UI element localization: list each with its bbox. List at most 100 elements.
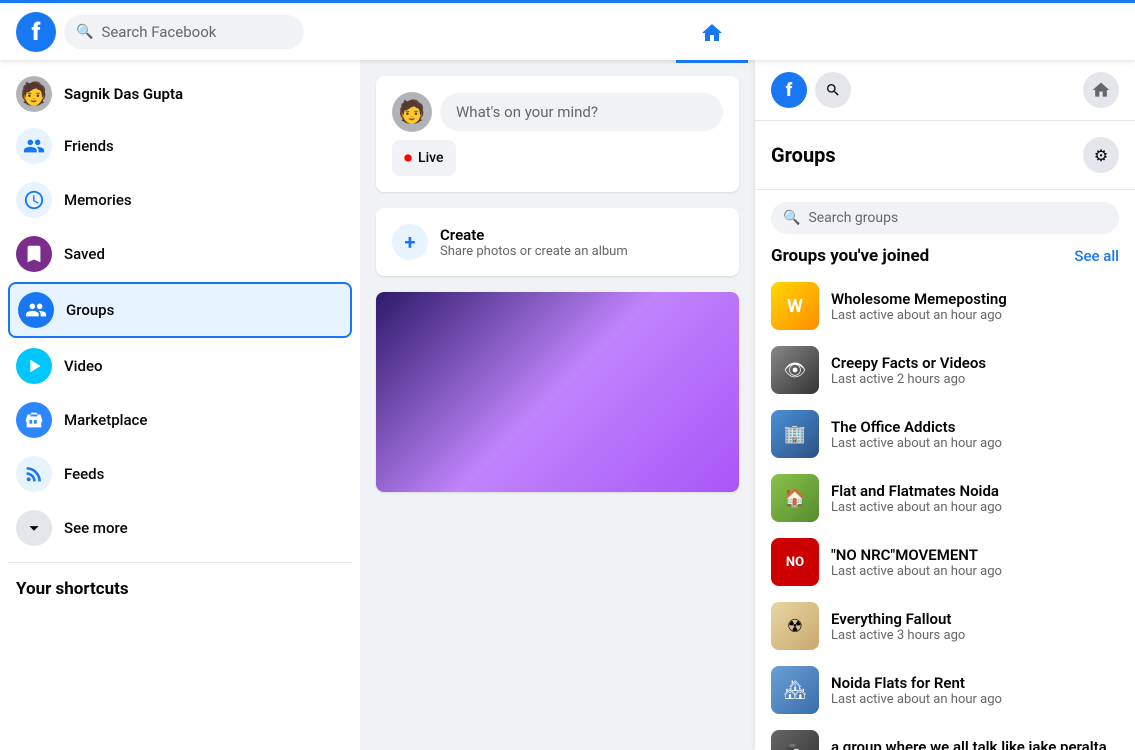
- group-name: a group where we all talk like jake pera…: [831, 738, 1119, 750]
- group-item-wholesome[interactable]: W Wholesome Memeposting Last active abou…: [771, 274, 1119, 338]
- group-thumb: ☢: [771, 602, 819, 650]
- group-info: The Office Addicts Last active about an …: [831, 418, 1119, 451]
- group-activity: Last active about an hour ago: [831, 436, 1119, 451]
- panel-top-nav: f: [755, 60, 1135, 121]
- feed-top: 🧑 What's on your mind?: [392, 92, 723, 132]
- groups-panel-header: Groups ⚙: [755, 121, 1135, 190]
- group-name: "NO NRC"MOVEMENT: [831, 546, 1119, 564]
- sidebar-item-label: Saved: [64, 245, 105, 263]
- group-item-nonrc[interactable]: NO "NO NRC"MOVEMENT Last active about an…: [771, 530, 1119, 594]
- username: Sagnik Das Gupta: [64, 85, 183, 103]
- groups-search-bar[interactable]: 🔍 Search groups: [771, 202, 1119, 234]
- group-info: Flat and Flatmates Noida Last active abo…: [831, 482, 1119, 515]
- feed-avatar: 🧑: [392, 92, 432, 132]
- group-item-jake[interactable]: 🕵 a group where we all talk like jake pe…: [771, 722, 1119, 750]
- live-row: ⏺ Live: [392, 140, 723, 176]
- group-thumb: 🏘: [771, 666, 819, 714]
- group-activity: Last active about an hour ago: [831, 500, 1119, 515]
- sidebar-item-feeds[interactable]: Feeds: [8, 448, 352, 500]
- group-thumb: 🏢: [771, 410, 819, 458]
- saved-icon: [16, 236, 52, 272]
- group-info: a group where we all talk like jake pera…: [831, 738, 1119, 750]
- group-thumb: NO: [771, 538, 819, 586]
- create-info: Create Share photos or create an album: [440, 226, 628, 259]
- memories-icon: [16, 182, 52, 218]
- group-name: Noida Flats for Rent: [831, 674, 1119, 692]
- sidebar-item-friends[interactable]: Friends: [8, 120, 352, 172]
- sidebar-item-seemore[interactable]: See more: [8, 502, 352, 554]
- avatar: 🧑: [16, 76, 52, 112]
- group-info: "NO NRC"MOVEMENT Last active about an ho…: [831, 546, 1119, 579]
- chevron-down-icon: [16, 510, 52, 546]
- feeds-icon: [16, 456, 52, 492]
- group-item-creepy[interactable]: 👁 Creepy Facts or Videos Last active 2 h…: [771, 338, 1119, 402]
- groups-joined-section: Groups you've joined See all W Wholesome…: [755, 246, 1135, 750]
- groups-icon: [18, 292, 54, 328]
- group-name: Flat and Flatmates Noida: [831, 482, 1119, 500]
- groups-search-icon: 🔍: [783, 210, 800, 226]
- image-card: [376, 292, 739, 492]
- video-icon: [16, 348, 52, 384]
- create-plus-button[interactable]: +: [392, 224, 428, 260]
- sidebar-item-memories[interactable]: Memories: [8, 174, 352, 226]
- group-info: Everything Fallout Last active 3 hours a…: [831, 610, 1119, 643]
- panel-search-button[interactable]: [815, 72, 851, 108]
- divider: [8, 562, 352, 563]
- create-label: Create: [440, 226, 628, 244]
- group-thumb: 🕵: [771, 730, 819, 750]
- panel-home-button[interactable]: [1083, 72, 1119, 108]
- group-item-fallout[interactable]: ☢ Everything Fallout Last active 3 hours…: [771, 594, 1119, 658]
- create-card[interactable]: + Create Share photos or create an album: [376, 208, 739, 276]
- group-item-office[interactable]: 🏢 The Office Addicts Last active about a…: [771, 402, 1119, 466]
- nav-tabs: [304, 3, 1119, 60]
- group-activity: Last active about an hour ago: [831, 308, 1119, 323]
- top-nav: f 🔍 Search Facebook: [0, 0, 1135, 60]
- groups-section-title: Groups you've joined: [771, 246, 929, 266]
- group-name: Wholesome Memeposting: [831, 290, 1119, 308]
- sidebar-item-label: Video: [64, 357, 103, 375]
- sidebar-item-marketplace[interactable]: Marketplace: [8, 394, 352, 446]
- group-thumb: W: [771, 282, 819, 330]
- sidebar-item-label: Friends: [64, 137, 114, 155]
- sidebar-item-groups[interactable]: Groups: [8, 282, 352, 338]
- sidebar-item-saved[interactable]: Saved: [8, 228, 352, 280]
- tab-home[interactable]: [676, 6, 748, 63]
- sidebar-item-label: Groups: [66, 301, 114, 319]
- sidebar-item-label: See more: [64, 519, 128, 537]
- group-name: The Office Addicts: [831, 418, 1119, 436]
- group-activity: Last active about an hour ago: [831, 564, 1119, 579]
- whats-on-mind-input[interactable]: What's on your mind?: [440, 93, 723, 131]
- left-sidebar: 🧑 Sagnik Das Gupta Friends Memories Save…: [0, 60, 360, 750]
- shortcuts-title: Your shortcuts: [8, 571, 352, 607]
- friends-icon: [16, 128, 52, 164]
- group-thumb: 🏠: [771, 474, 819, 522]
- sidebar-item-video[interactable]: Video: [8, 340, 352, 392]
- group-info: Wholesome Memeposting Last active about …: [831, 290, 1119, 323]
- body-container: 🧑 Sagnik Das Gupta Friends Memories Save…: [0, 60, 1135, 750]
- see-all-link[interactable]: See all: [1074, 247, 1119, 265]
- main-feed: 🧑 What's on your mind? ⏺ Live + Create S…: [360, 60, 755, 750]
- group-thumb: 👁: [771, 346, 819, 394]
- groups-search-placeholder: Search groups: [808, 210, 898, 226]
- sidebar-user[interactable]: 🧑 Sagnik Das Gupta: [8, 68, 352, 120]
- live-button[interactable]: ⏺ Live: [392, 140, 456, 176]
- search-bar[interactable]: 🔍 Search Facebook: [64, 15, 304, 49]
- group-activity: Last active about an hour ago: [831, 692, 1119, 707]
- image-placeholder: [376, 292, 739, 492]
- group-name: Everything Fallout: [831, 610, 1119, 628]
- group-item-flat[interactable]: 🏠 Flat and Flatmates Noida Last active a…: [771, 466, 1119, 530]
- group-name: Creepy Facts or Videos: [831, 354, 1119, 372]
- group-item-noida[interactable]: 🏘 Noida Flats for Rent Last active about…: [771, 658, 1119, 722]
- post-input-card: 🧑 What's on your mind? ⏺ Live: [376, 76, 739, 192]
- group-activity: Last active 2 hours ago: [831, 372, 1119, 387]
- search-placeholder: Search Facebook: [101, 23, 216, 41]
- create-sublabel: Share photos or create an album: [440, 244, 628, 259]
- groups-right-panel: f Groups ⚙ 🔍 Search groups Groups you've…: [755, 60, 1135, 750]
- group-info: Creepy Facts or Videos Last active 2 hou…: [831, 354, 1119, 387]
- settings-button[interactable]: ⚙: [1083, 137, 1119, 173]
- panel-facebook-logo[interactable]: f: [771, 72, 807, 108]
- facebook-logo[interactable]: f: [16, 12, 56, 52]
- sidebar-item-label: Marketplace: [64, 411, 147, 429]
- groups-section-header: Groups you've joined See all: [771, 246, 1119, 266]
- marketplace-icon: [16, 402, 52, 438]
